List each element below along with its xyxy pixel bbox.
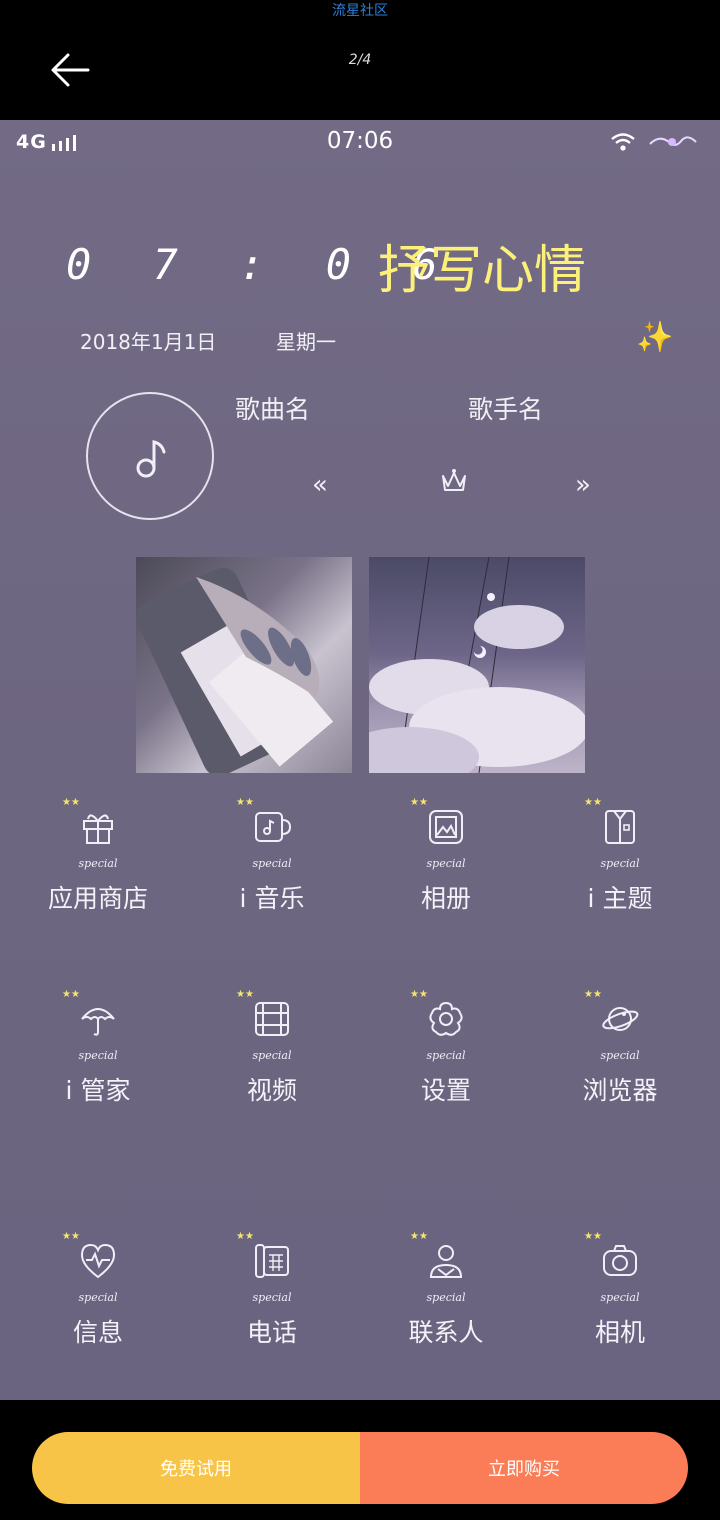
status-bar: 4G 07:06: [0, 120, 720, 164]
app-label: 视频: [246, 1076, 297, 1105]
app-item[interactable]: ★★ special 视频: [185, 989, 359, 1107]
special-badge: special: [78, 1291, 118, 1304]
app-item[interactable]: ★★ special 浏览器: [533, 989, 707, 1107]
shirt-icon: [605, 810, 635, 844]
app-item[interactable]: ★★ special 相机: [533, 1231, 707, 1349]
app-item[interactable]: ★★ special 相册: [359, 797, 533, 915]
special-badge: special: [600, 857, 640, 870]
app-item[interactable]: ★★ special 电话: [185, 1231, 359, 1349]
app-item[interactable]: ★★ special 联系人: [359, 1231, 533, 1349]
app-item[interactable]: ★★ special i 音乐: [185, 797, 359, 915]
app-label: i 音乐: [239, 884, 305, 913]
photo-cloud-sky[interactable]: [369, 557, 585, 773]
crown-play-icon[interactable]: [440, 468, 468, 501]
theme-preview-screen: 4G 07:06 0 7 : 0 6 抒写心情 2018年1月1日 星期一 ✨ …: [0, 120, 720, 1400]
app-item[interactable]: ★★ special 信息: [11, 1231, 185, 1349]
photo-hand-phone[interactable]: [136, 557, 352, 773]
decorative-bow-icon: [649, 136, 697, 146]
app-item[interactable]: ★★ special i 管家: [11, 989, 185, 1107]
viewer-top-bar: 流星社区 2/4: [0, 0, 720, 120]
umbrella-icon: [81, 1008, 115, 1036]
album-icon: [429, 810, 463, 844]
special-badge: special: [252, 1049, 292, 1062]
app-label: 浏览器: [582, 1076, 658, 1105]
app-item[interactable]: ★★ special i 主题: [533, 797, 707, 915]
singer-name: 歌手名: [468, 395, 544, 424]
special-badge: special: [600, 1049, 640, 1062]
page-indicator: 2/4: [348, 52, 372, 68]
app-label: 设置: [420, 1076, 471, 1105]
app-label: 相机: [594, 1318, 645, 1347]
song-name: 歌曲名: [235, 395, 311, 424]
flower-gear-icon: [429, 1001, 463, 1036]
camera-icon: [603, 1245, 637, 1276]
music-note-icon: [136, 440, 166, 478]
purchase-bar: 免费试用 立即购买: [0, 1400, 720, 1520]
buy-now-button[interactable]: 立即购买: [360, 1432, 688, 1504]
app-label: 电话: [246, 1318, 297, 1347]
app-item[interactable]: ★★ special 设置: [359, 989, 533, 1107]
weekday-text: 星期一: [276, 330, 336, 354]
special-badge: special: [78, 1049, 118, 1062]
watermark: 流星社区: [332, 3, 388, 19]
gift-icon: [83, 814, 113, 844]
app-label: i 主题: [587, 884, 653, 913]
wifi-icon: [611, 133, 635, 151]
app-label: 应用商店: [47, 884, 148, 913]
sparkle-icon: ✨: [636, 320, 674, 355]
app-label: 信息: [72, 1318, 123, 1347]
app-item[interactable]: ★★ special 应用商店: [11, 797, 185, 915]
special-badge: special: [426, 857, 466, 870]
film-icon: [255, 1002, 289, 1036]
next-track-icon[interactable]: »: [575, 470, 591, 500]
prev-track-icon[interactable]: «: [312, 470, 328, 500]
special-badge: special: [78, 857, 118, 870]
special-badge: special: [426, 1049, 466, 1062]
special-badge: special: [252, 857, 292, 870]
date-text: 2018年1月1日: [80, 330, 217, 354]
music-disc[interactable]: [86, 392, 214, 520]
app-label: 联系人: [408, 1318, 484, 1347]
heart-pulse-icon: [80, 1243, 116, 1279]
special-badge: special: [252, 1291, 292, 1304]
free-trial-button[interactable]: 免费试用: [32, 1432, 360, 1504]
special-badge: special: [426, 1291, 466, 1304]
music-cup-icon: [255, 812, 292, 842]
special-badge: special: [600, 1291, 640, 1304]
planet-icon: [602, 1007, 639, 1031]
person-icon: [429, 1245, 463, 1278]
mood-text[interactable]: 抒写心情: [378, 228, 586, 303]
phone-icon: [255, 1244, 289, 1278]
app-label: 相册: [420, 884, 471, 913]
app-label: i 管家: [65, 1076, 131, 1105]
